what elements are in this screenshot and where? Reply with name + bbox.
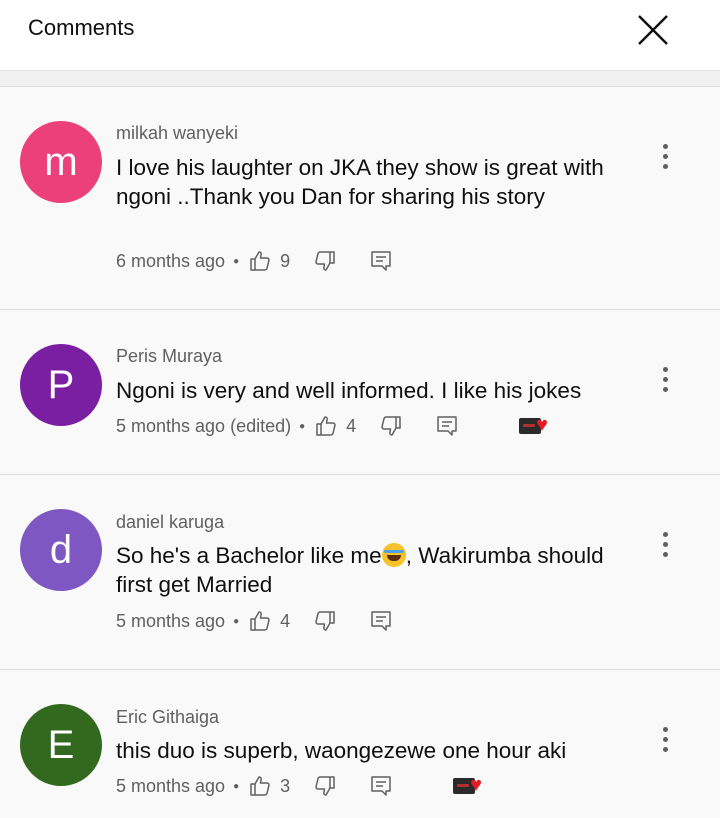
creator-heart-badge: ♥ <box>519 414 553 438</box>
laughing-emoji-icon <box>381 543 406 567</box>
comment-text: Ngoni is very and well informed. I like … <box>116 378 582 403</box>
avatar[interactable]: m <box>20 121 102 203</box>
more-options-button[interactable] <box>650 362 680 396</box>
comment-text: this duo is superb, waongezewe one hour … <box>116 738 567 763</box>
like-count: 4 <box>346 415 357 436</box>
dislike-button[interactable] <box>379 414 403 438</box>
comment-item: E Eric Githaiga this duo is superb, waon… <box>0 670 720 818</box>
more-options-button[interactable] <box>650 139 680 173</box>
separator-dot: ● <box>299 420 306 432</box>
separator-dot: ● <box>233 615 240 627</box>
like-button[interactable]: 4 <box>314 414 356 438</box>
comment-author[interactable]: Eric Githaiga <box>116 707 219 728</box>
like-count: 9 <box>280 250 291 271</box>
avatar-letter: E <box>47 723 75 767</box>
comment-text-part: So he's a Bachelor like me <box>116 543 382 568</box>
reply-button[interactable] <box>435 414 459 438</box>
comment-time: 5 months ago <box>116 775 226 796</box>
thumbs-down-icon <box>315 251 335 271</box>
creator-heart-icon: ♥ <box>536 414 549 436</box>
comments-title: Comments <box>28 15 135 40</box>
comment-author[interactable]: milkah wanyeki <box>116 123 238 144</box>
avatar[interactable]: E <box>20 704 102 786</box>
comment-author[interactable]: daniel karuga <box>116 512 224 533</box>
comment-actions: 5 months ago ● 3 ♥ <box>116 771 487 801</box>
avatar-letter: P <box>47 363 75 407</box>
dislike-button[interactable] <box>313 249 337 273</box>
comment-actions: 6 months ago ● 9 <box>116 246 393 276</box>
thumbs-down-icon <box>381 416 401 436</box>
avatar[interactable]: d <box>20 509 102 591</box>
dislike-button[interactable] <box>313 609 337 633</box>
comment-time: 5 months ago <box>116 610 226 631</box>
comment-item: P Peris Muraya Ngoni is very and well in… <box>0 310 720 475</box>
like-button[interactable]: 3 <box>248 774 290 798</box>
reply-icon <box>371 251 391 271</box>
like-button[interactable]: 9 <box>248 249 290 273</box>
like-count: 4 <box>280 610 291 631</box>
thumbs-down-icon <box>315 611 335 631</box>
separator-dot: ● <box>233 780 240 792</box>
close-button[interactable] <box>634 11 672 49</box>
close-icon <box>638 15 668 45</box>
comment-item: m milkah wanyeki I love his laughter on … <box>0 87 720 310</box>
dislike-button[interactable] <box>313 774 337 798</box>
comment-actions: 5 months ago ● 4 <box>116 606 393 636</box>
reply-button[interactable] <box>369 249 393 273</box>
comments-header: Comments <box>0 0 720 71</box>
thumbs-up-icon <box>250 776 270 796</box>
creator-heart-badge: ♥ <box>453 774 487 798</box>
more-options-button[interactable] <box>650 527 680 561</box>
comment-actions: 5 months ago (edited) ● 4 ♥ <box>116 411 553 441</box>
more-vert-icon <box>662 531 668 537</box>
creator-heart-icon: ♥ <box>470 774 483 796</box>
more-vert-icon <box>662 143 668 149</box>
comment-text: So he's a Bachelor like me, Wakirumba sh… <box>116 541 616 599</box>
reply-icon <box>437 416 457 436</box>
more-vert-icon <box>662 366 668 372</box>
thumbs-down-icon <box>315 776 335 796</box>
more-options-button[interactable] <box>650 722 680 756</box>
avatar-letter: m <box>44 140 78 184</box>
header-divider <box>0 71 720 87</box>
like-count: 3 <box>280 775 291 796</box>
comment-time: 6 months ago <box>116 250 226 271</box>
like-button[interactable]: 4 <box>248 609 290 633</box>
avatar[interactable]: P <box>20 344 102 426</box>
reply-button[interactable] <box>369 609 393 633</box>
thumbs-up-icon <box>250 251 270 271</box>
thumbs-up-icon <box>250 611 270 631</box>
reply-icon <box>371 611 391 631</box>
comment-item: d daniel karuga So he's a Bachelor like … <box>0 475 720 670</box>
more-vert-icon <box>662 726 668 732</box>
comment-time: 5 months ago (edited) <box>116 415 292 436</box>
comment-text: I love his laughter on JKA they show is … <box>116 155 604 209</box>
thumbs-up-icon <box>316 416 336 436</box>
avatar-letter: d <box>49 528 73 572</box>
separator-dot: ● <box>233 255 240 267</box>
comment-author[interactable]: Peris Muraya <box>116 346 222 367</box>
reply-button[interactable] <box>369 774 393 798</box>
reply-icon <box>371 776 391 796</box>
